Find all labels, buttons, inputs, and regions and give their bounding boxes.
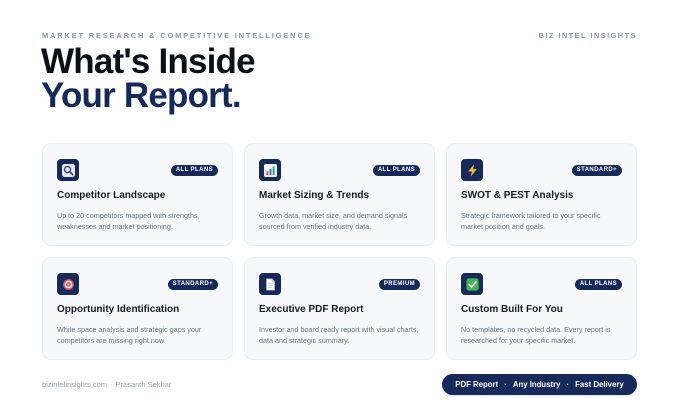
feature-card-swot-pest: STANDARD+ SWOT & PEST Analysis Strategic… xyxy=(446,143,637,246)
page-title: What's Inside Your Report. xyxy=(41,42,256,115)
card-description: Strategic framework tailored to your spe… xyxy=(461,211,601,231)
plan-badge: STANDARD+ xyxy=(167,278,218,290)
pill-item-pdf-report: PDF Report xyxy=(455,380,499,389)
footer-credit: bizintelinsights.com · Prasanth Sekhar xyxy=(42,380,171,389)
feature-card-executive-pdf: PREMIUM Executive PDF Report Investor an… xyxy=(244,257,435,360)
eyebrow-label: MARKET RESEARCH & COMPETITIVE INTELLIGEN… xyxy=(42,31,312,40)
features-grid: ALL PLANS Competitor Landscape Up to 20 … xyxy=(42,143,637,360)
top-bar: MARKET RESEARCH & COMPETITIVE INTELLIGEN… xyxy=(42,31,637,40)
card-description: Growth data, market size, and demand sig… xyxy=(259,211,408,231)
bar-chart-icon xyxy=(259,159,281,181)
plan-badge: ALL PLANS xyxy=(372,164,420,176)
title-line-2: Your Report. xyxy=(41,76,242,115)
card-title: Custom Built For You xyxy=(461,304,563,315)
plan-badge: STANDARD+ xyxy=(571,164,622,176)
card-description: Up to 20 competitors mapped with strengt… xyxy=(57,211,200,231)
footer-author: Prasanth Sekhar xyxy=(115,380,172,389)
feature-card-competitor-landscape: ALL PLANS Competitor Landscape Up to 20 … xyxy=(42,143,233,246)
pill-separator: · xyxy=(504,380,507,389)
footer-site: bizintelinsights.com xyxy=(42,380,108,389)
pill-separator: · xyxy=(566,380,570,389)
card-description: White space analysis and strategic gaps … xyxy=(57,325,202,345)
plan-badge: PREMIUM xyxy=(378,278,420,290)
feature-card-opportunity: STANDARD+ Opportunity Identification Whi… xyxy=(42,257,233,360)
lightning-icon xyxy=(461,159,483,181)
feature-card-market-sizing: ALL PLANS Market Sizing & Trends Growth … xyxy=(244,143,435,246)
title-line-1: What's Inside xyxy=(41,42,256,81)
card-description: Investor and board ready report with vis… xyxy=(259,325,419,345)
card-description: No templates, no recycled data. Every re… xyxy=(461,325,611,345)
checkmark-icon xyxy=(461,273,483,295)
footer-separator: · xyxy=(110,380,113,389)
features-pill: PDF Report · Any Industry · Fast Deliver… xyxy=(442,374,637,395)
card-title: SWOT & PEST Analysis xyxy=(461,190,574,201)
pill-item-fast-delivery: Fast Delivery xyxy=(575,380,624,389)
plan-badge: ALL PLANS xyxy=(574,278,622,290)
card-title: Competitor Landscape xyxy=(57,190,166,201)
feature-card-custom-built: ALL PLANS Custom Built For You No templa… xyxy=(446,257,637,360)
card-title: Opportunity Identification xyxy=(57,304,180,315)
card-title: Market Sizing & Trends xyxy=(259,190,370,201)
target-icon xyxy=(57,273,79,295)
magnifier-icon xyxy=(57,159,79,181)
pill-item-any-industry: Any Industry xyxy=(512,380,561,389)
card-title: Executive PDF Report xyxy=(259,304,364,315)
plan-badge: ALL PLANS xyxy=(170,164,218,176)
document-icon xyxy=(259,273,281,295)
brand-name: BIZ INTEL INSIGHTS xyxy=(538,31,637,40)
